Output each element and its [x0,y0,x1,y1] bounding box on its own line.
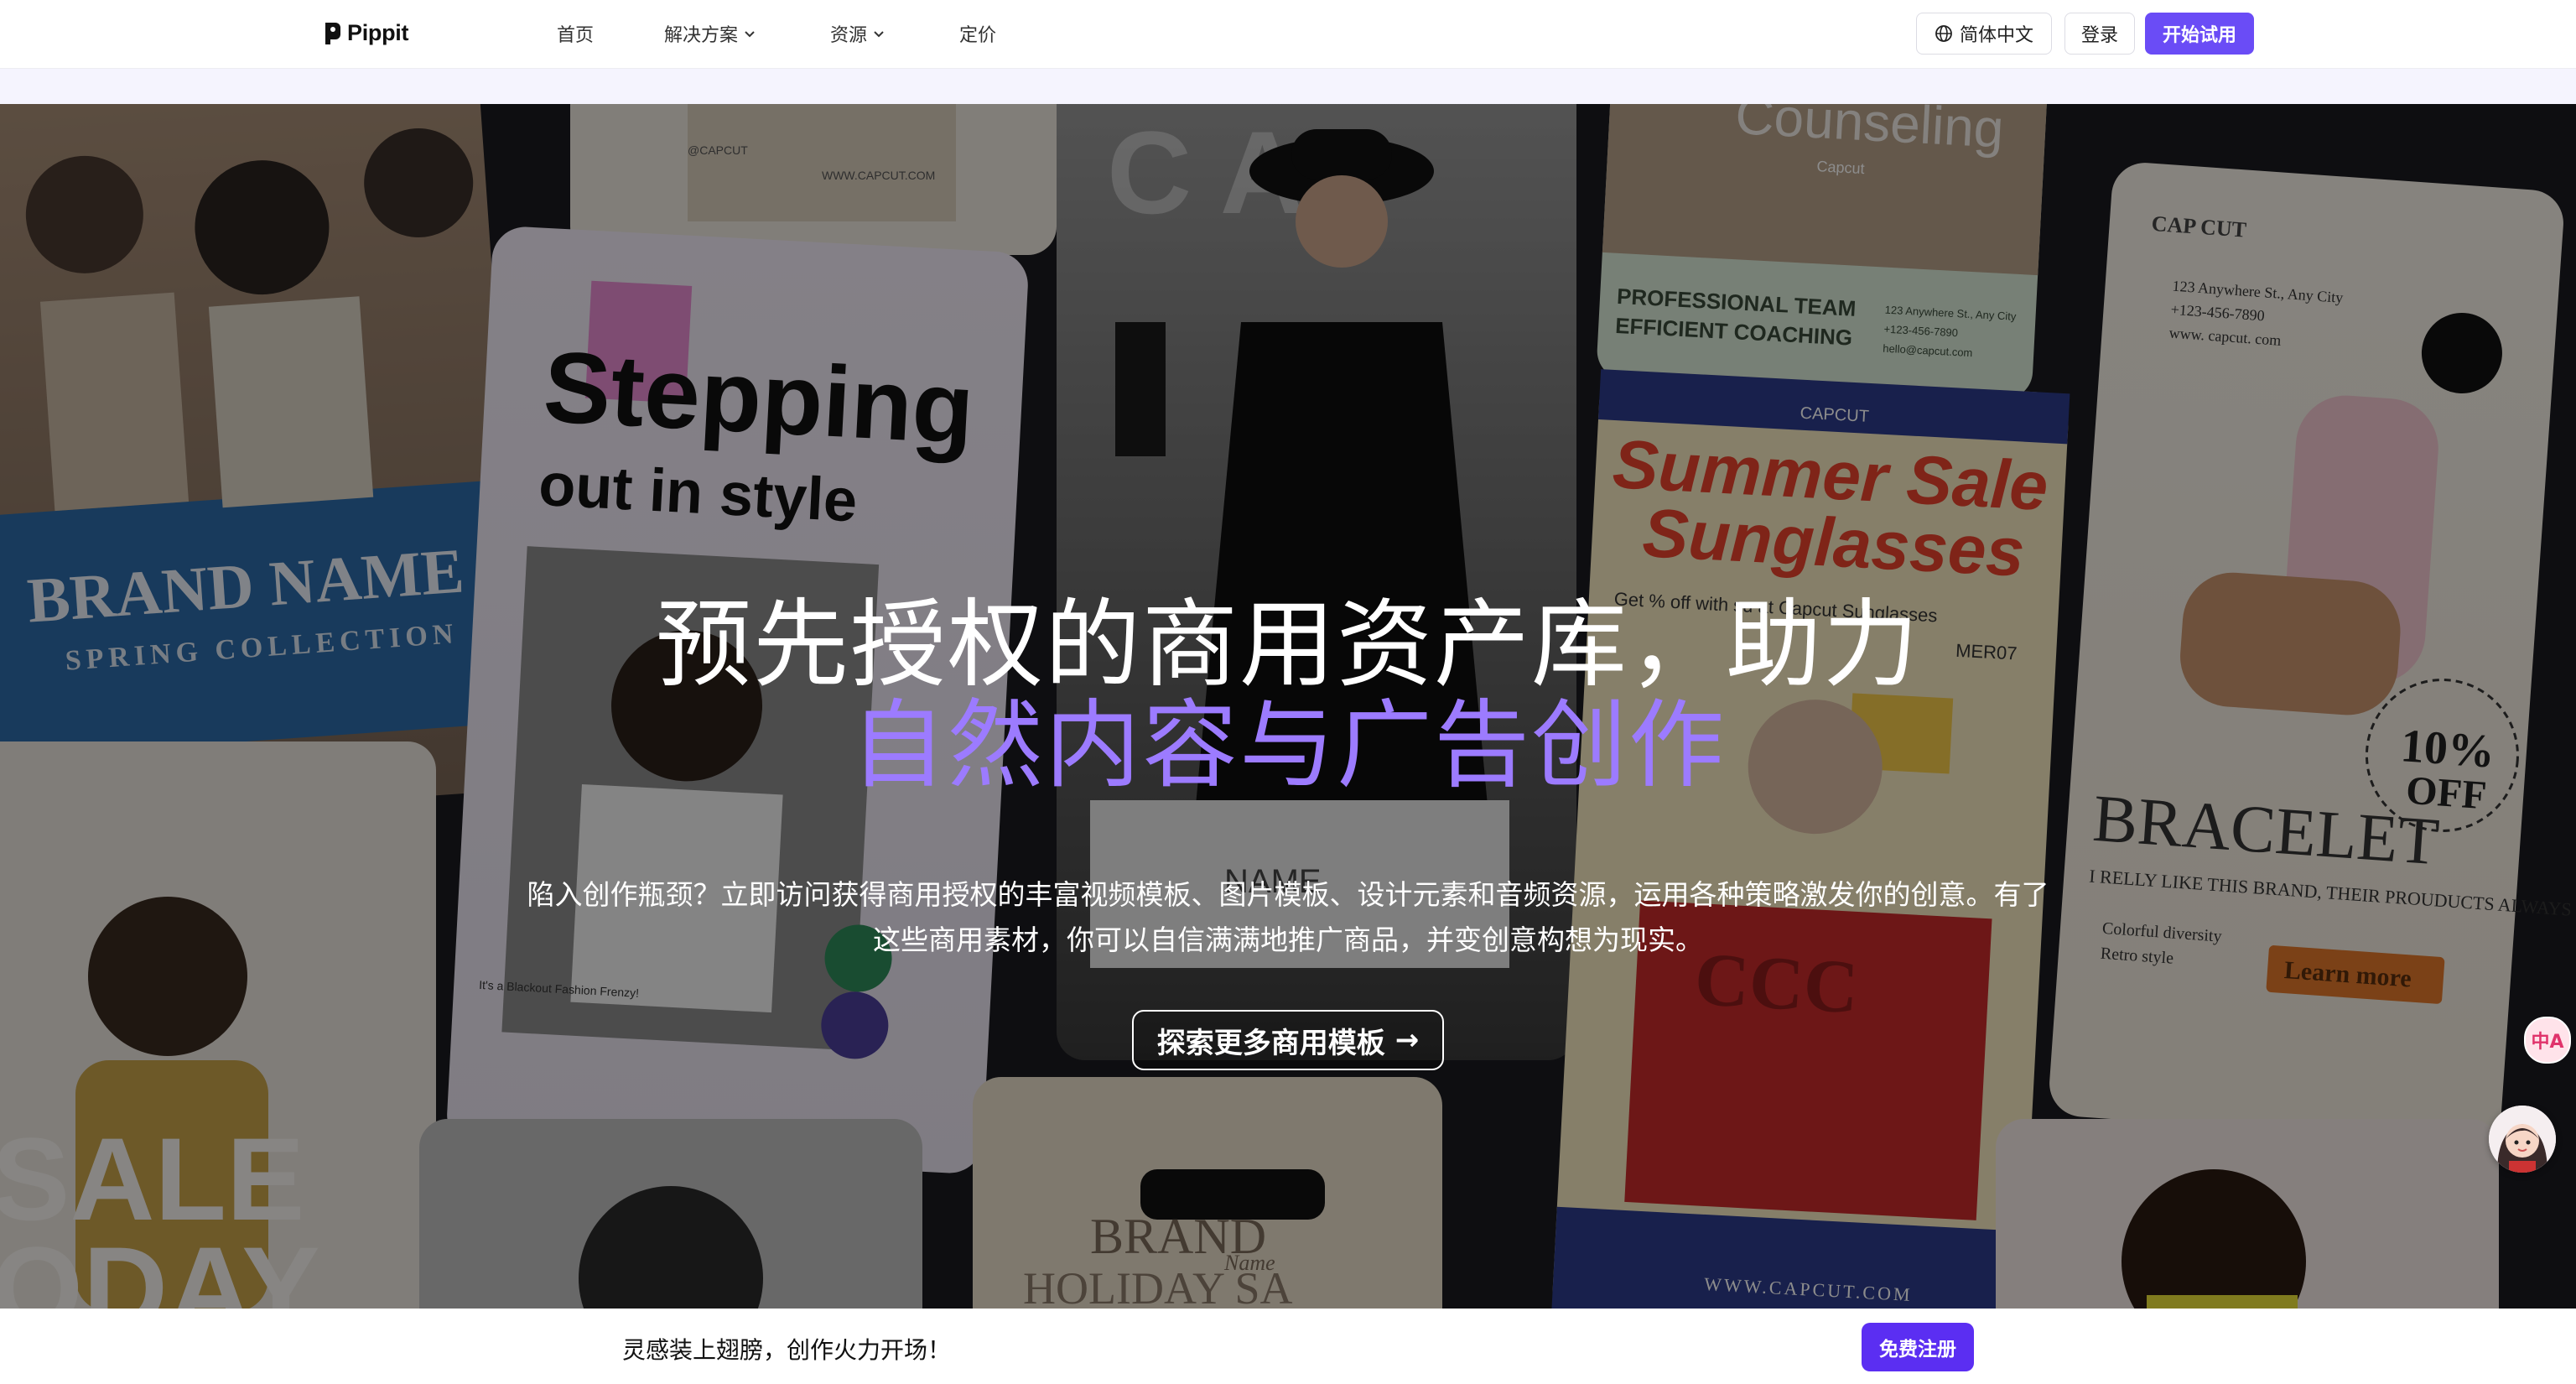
nav-solutions-label: 解决方案 [664,25,739,46]
top-nav: Pippit 首页 解决方案 资源 定价 简体中文 登录 开始试用 [0,0,2576,69]
bottom-bar-text: 灵感装上翅膀，创作火力开场！ [622,1336,952,1364]
bottom-signup-bar: 灵感装上翅膀，创作火力开场！ 免费注册 [0,1309,2576,1384]
nav-pricing[interactable]: 定价 [959,20,996,47]
pippit-logo[interactable]: Pippit [322,20,409,46]
hero-section: BRAND NAME SPRING COLLECTION SALE ODAY @… [0,104,2576,1309]
explore-templates-label: 探索更多商用模板 [1156,1026,1385,1060]
globe-icon [1935,25,1952,42]
free-signup-button[interactable]: 免费注册 [1862,1323,1974,1371]
arrow-right-icon: → [1394,1023,1420,1057]
nav-resources-label: 资源 [830,25,868,46]
hero-description: 陷入创作瓶颈？立即访问获得商用授权的丰富视频模板、图片模板、设计元素和音频资源，… [527,878,2049,956]
nav-home[interactable]: 首页 [557,20,594,47]
explore-templates-button[interactable]: 探索更多商用模板 → [1132,1010,1444,1070]
assistant-avatar[interactable] [2489,1106,2556,1173]
nav-strip [0,69,2576,104]
language-label: 简体中文 [1959,25,2033,46]
nav-resources[interactable]: 资源 [830,20,886,47]
login-button[interactable]: 登录 [2064,13,2135,55]
nav-pricing-label: 定价 [959,25,997,46]
assistant-face-icon [2489,1106,2556,1173]
logo-text: Pippit [347,20,409,45]
nav-solutions[interactable]: 解决方案 [664,20,756,47]
translate-icon[interactable]: 中A [2524,1017,2571,1064]
hero-title-line2: 自然内容与广告创作 [849,689,1726,801]
start-trial-button[interactable]: 开始试用 [2145,13,2254,55]
nav-home-label: 首页 [557,25,595,46]
hero-title-line1: 预先授权的商用资产库，助力 [655,589,1920,700]
chevron-down-icon [874,31,884,38]
chevron-down-icon [745,31,755,38]
language-selector[interactable]: 简体中文 [1916,13,2052,55]
pippit-logo-icon [325,22,340,44]
